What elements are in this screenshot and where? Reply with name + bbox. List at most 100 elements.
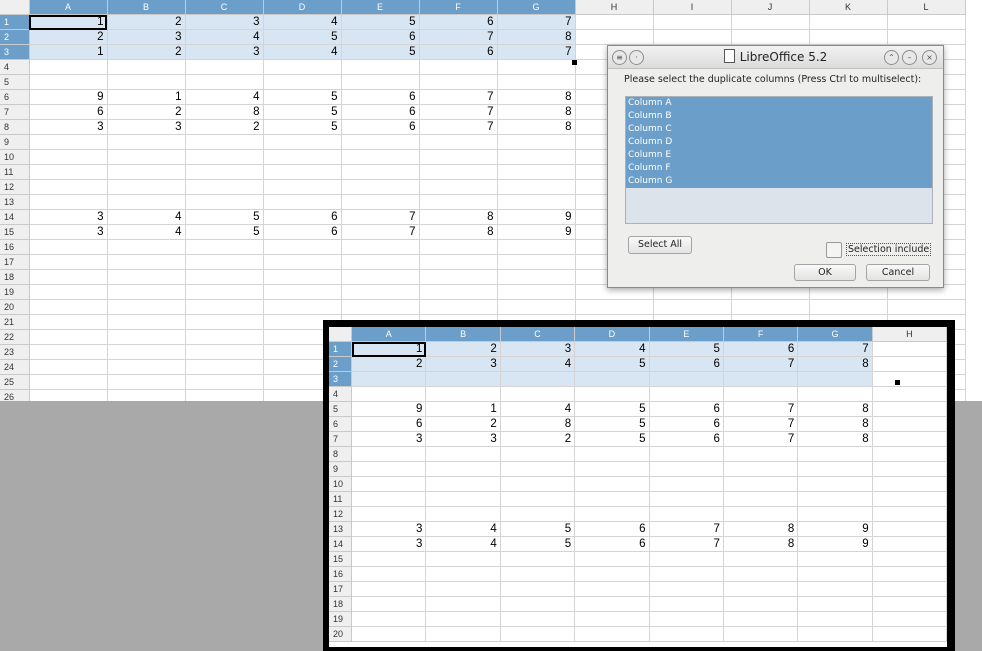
cell[interactable] <box>419 194 498 210</box>
cell[interactable] <box>263 164 342 180</box>
cell[interactable] <box>574 551 650 567</box>
cell[interactable]: 3 <box>29 119 108 135</box>
cell[interactable]: 3 <box>107 29 186 45</box>
cell[interactable] <box>29 254 108 270</box>
columns-listbox[interactable]: Column A Column B Column C Column D Column E… <box>625 96 933 224</box>
cell[interactable] <box>500 461 576 477</box>
cell[interactable] <box>731 14 810 30</box>
cell[interactable] <box>500 611 576 627</box>
cell[interactable]: 6 <box>723 341 799 357</box>
cell[interactable]: 4 <box>263 14 342 30</box>
cell[interactable] <box>497 194 576 210</box>
cell[interactable]: 7 <box>497 44 576 60</box>
column-list-item[interactable]: Column F <box>626 162 932 175</box>
column-header-f[interactable]: F <box>419 0 498 15</box>
cell[interactable] <box>425 566 501 582</box>
cell[interactable] <box>797 581 873 597</box>
cell[interactable] <box>107 389 186 401</box>
cell[interactable]: 8 <box>497 29 576 45</box>
cell[interactable] <box>185 254 264 270</box>
cell[interactable] <box>872 461 947 477</box>
cell[interactable] <box>649 446 724 462</box>
cell[interactable]: 8 <box>419 224 498 240</box>
cell[interactable] <box>419 179 498 195</box>
cell[interactable] <box>574 461 650 477</box>
cell[interactable] <box>341 59 420 75</box>
cell[interactable]: 3 <box>29 209 108 225</box>
cell[interactable] <box>809 14 888 30</box>
cell[interactable] <box>341 269 420 285</box>
cell[interactable] <box>351 476 427 492</box>
cell[interactable] <box>649 491 724 507</box>
cell[interactable]: 5 <box>574 416 650 432</box>
cell[interactable] <box>341 134 420 150</box>
cell[interactable] <box>263 149 342 165</box>
column-header-d[interactable]: D <box>574 327 650 342</box>
cell[interactable] <box>419 134 498 150</box>
cell[interactable] <box>500 626 576 642</box>
cell[interactable]: 5 <box>574 356 650 372</box>
cell[interactable] <box>107 374 186 390</box>
cell[interactable] <box>351 596 427 612</box>
cell[interactable] <box>872 611 947 627</box>
cell[interactable] <box>872 536 947 552</box>
row-header[interactable]: 2 <box>0 29 30 45</box>
column-list-item[interactable]: Column G <box>626 175 932 188</box>
cell[interactable]: 6 <box>419 44 498 60</box>
cell[interactable]: 2 <box>107 104 186 120</box>
cell[interactable] <box>500 476 576 492</box>
cell[interactable] <box>341 239 420 255</box>
cell[interactable]: 8 <box>497 104 576 120</box>
cell[interactable] <box>653 29 732 45</box>
cell[interactable] <box>649 596 724 612</box>
cell[interactable]: 4 <box>500 401 576 417</box>
cell[interactable] <box>263 179 342 195</box>
row-header[interactable]: 4 <box>329 386 353 402</box>
cell[interactable] <box>29 359 108 375</box>
cell[interactable] <box>653 14 732 30</box>
ok-button[interactable]: OK <box>794 264 856 281</box>
cell[interactable]: 1 <box>29 44 108 60</box>
cell[interactable] <box>574 581 650 597</box>
cell[interactable] <box>351 386 427 402</box>
cell[interactable] <box>419 254 498 270</box>
column-header-c[interactable]: C <box>500 327 576 342</box>
cell[interactable] <box>107 74 186 90</box>
column-list-item[interactable]: Column B <box>626 110 932 123</box>
cell[interactable] <box>185 194 264 210</box>
row-header[interactable]: 23 <box>0 344 30 360</box>
selection-include-checkbox[interactable] <box>826 242 842 258</box>
cell[interactable] <box>29 179 108 195</box>
row-header[interactable]: 12 <box>0 179 30 195</box>
column-header-h[interactable]: H <box>872 327 947 342</box>
cell[interactable] <box>497 254 576 270</box>
row-header[interactable]: 18 <box>0 269 30 285</box>
cell[interactable] <box>263 254 342 270</box>
cell[interactable]: 5 <box>341 14 420 30</box>
cell[interactable] <box>723 626 799 642</box>
cell[interactable] <box>723 476 799 492</box>
cell[interactable]: 8 <box>723 521 799 537</box>
cell[interactable] <box>497 179 576 195</box>
cell[interactable]: 3 <box>425 356 501 372</box>
cell[interactable] <box>29 389 108 401</box>
corner-header[interactable] <box>329 327 353 342</box>
cell[interactable] <box>797 476 873 492</box>
cell[interactable] <box>263 239 342 255</box>
cell[interactable] <box>887 14 966 30</box>
row-header[interactable]: 11 <box>0 164 30 180</box>
cell[interactable]: 7 <box>419 104 498 120</box>
dialog-titlebar[interactable]: ≡ · LibreOffice 5.2 ⌃ – × <box>608 46 943 69</box>
cell[interactable]: 5 <box>649 341 724 357</box>
cell[interactable] <box>887 29 966 45</box>
cell[interactable]: 7 <box>723 416 799 432</box>
row-header[interactable]: 19 <box>0 284 30 300</box>
cell[interactable] <box>723 446 799 462</box>
cell[interactable] <box>107 149 186 165</box>
row-header[interactable]: 12 <box>329 506 353 522</box>
cell[interactable]: 5 <box>185 224 264 240</box>
cell[interactable]: 9 <box>351 401 427 417</box>
cell[interactable] <box>341 149 420 165</box>
cell[interactable]: 9 <box>797 521 873 537</box>
cell[interactable] <box>29 344 108 360</box>
